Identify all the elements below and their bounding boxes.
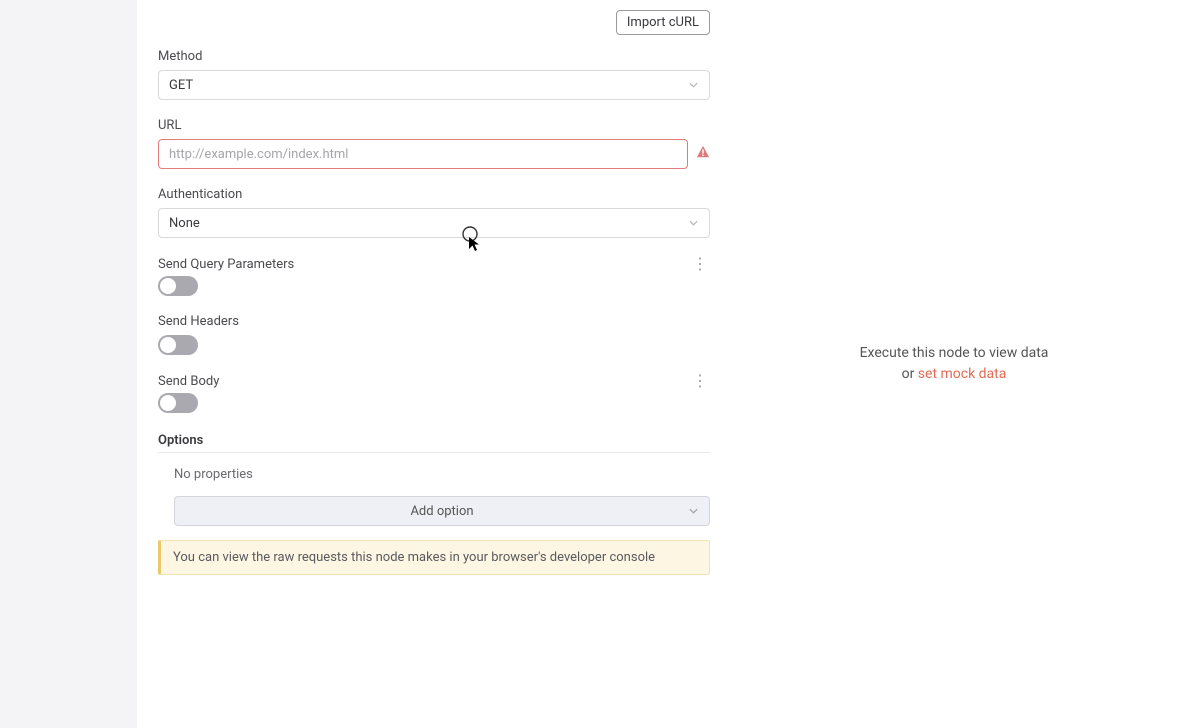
query-params-toggle[interactable] [158, 276, 198, 296]
auth-label: Authentication [158, 187, 710, 202]
headers-label: Send Headers [158, 314, 710, 329]
url-input[interactable] [158, 139, 688, 169]
chevron-down-icon [688, 218, 699, 229]
method-label: Method [158, 49, 710, 64]
method-select[interactable]: GET [158, 70, 710, 100]
auth-select[interactable]: None [158, 208, 710, 238]
auth-field: Authentication None [158, 187, 710, 238]
import-curl-button[interactable]: Import cURL [616, 10, 710, 35]
method-field: Method GET [158, 49, 710, 100]
add-option-label: Add option [410, 504, 473, 519]
output-placeholder-text: Execute this node to view data or set mo… [860, 343, 1049, 385]
chevron-down-icon [688, 506, 699, 517]
output-panel: Execute this node to view data or set mo… [731, 0, 1177, 728]
query-params-field: Send Query Parameters ⋮ [158, 256, 710, 296]
url-field: URL [158, 118, 710, 169]
body-label: Send Body [158, 374, 219, 389]
kebab-icon[interactable]: ⋮ [690, 373, 710, 389]
options-header: Options [158, 433, 710, 453]
set-mock-data-link[interactable]: set mock data [918, 366, 1007, 382]
auth-value: None [169, 216, 200, 231]
no-properties-text: No properties [158, 463, 710, 496]
hint-banner: You can view the raw requests this node … [158, 540, 710, 575]
method-value: GET [169, 78, 193, 93]
chevron-down-icon [688, 80, 699, 91]
top-actions: Import cURL [158, 0, 710, 49]
headers-field: Send Headers [158, 314, 710, 355]
body-toggle[interactable] [158, 393, 198, 413]
add-option-select[interactable]: Add option [174, 496, 710, 526]
warning-icon [696, 145, 710, 163]
output-line1: Execute this node to view data [860, 343, 1049, 364]
config-panel: Import cURL Method GET URL Authenticatio… [137, 0, 731, 728]
kebab-icon[interactable]: ⋮ [690, 256, 710, 272]
body-field: Send Body ⋮ [158, 373, 710, 413]
output-or: or [902, 366, 918, 382]
headers-toggle[interactable] [158, 335, 198, 355]
query-params-label: Send Query Parameters [158, 257, 294, 272]
url-label: URL [158, 118, 710, 133]
